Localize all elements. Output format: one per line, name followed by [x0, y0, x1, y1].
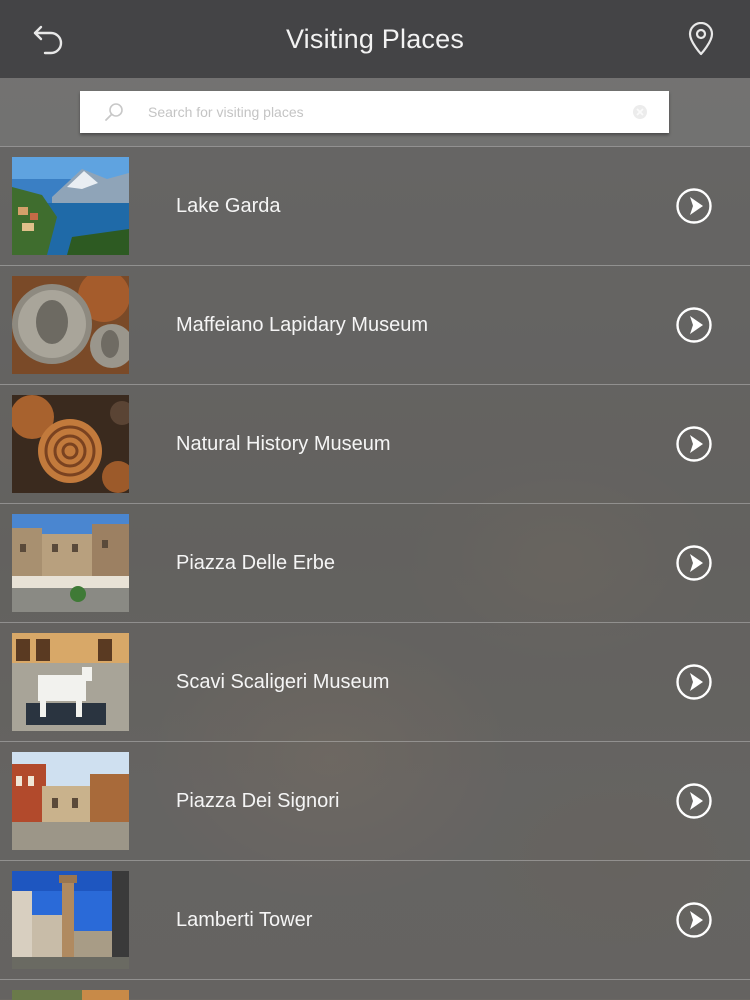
- thumbnail-piazza-delle-erbe: [12, 514, 129, 612]
- clear-icon: [633, 105, 647, 119]
- list-item[interactable]: Natural History Museum: [0, 384, 750, 503]
- thumbnail-lake-garda: [12, 157, 129, 255]
- places-list: Lake Garda Maffeiano Lapidary Museum Nat…: [0, 146, 750, 1000]
- app-screen: Visiting Places Search for visiting plac…: [0, 0, 750, 1000]
- list-item[interactable]: Piazza Delle Erbe: [0, 503, 750, 622]
- chevron-right-circle-icon[interactable]: [676, 664, 712, 700]
- list-item[interactable]: Lake Garda: [0, 146, 750, 265]
- thumbnail-maffeiano-lapidary-museum: [12, 276, 129, 374]
- search-icon: [102, 100, 126, 124]
- thumbnail-lamberti-tower: [12, 871, 129, 969]
- thumbnail-piazza-dei-signori: [12, 752, 129, 850]
- place-name: Maffeiano Lapidary Museum: [176, 314, 428, 336]
- top-bar: Visiting Places: [0, 0, 750, 78]
- list-item[interactable]: Lamberti Tower: [0, 860, 750, 979]
- thumbnail-scavi-scaligeri-museum: [12, 633, 129, 731]
- list-item-partial[interactable]: [0, 979, 750, 1000]
- chevron-right-circle-icon[interactable]: [676, 426, 712, 462]
- page-title: Visiting Places: [285, 23, 465, 54]
- place-name: Natural History Museum: [176, 433, 391, 455]
- search-input[interactable]: [146, 103, 610, 121]
- chevron-right-circle-icon[interactable]: [676, 188, 712, 224]
- place-name: Lamberti Tower: [176, 909, 313, 931]
- chevron-right-circle-icon[interactable]: [676, 545, 712, 581]
- back-arrow-icon: [33, 25, 63, 55]
- search-box: [80, 91, 669, 133]
- chevron-right-circle-icon[interactable]: [676, 902, 712, 938]
- place-name: Scavi Scaligeri Museum: [176, 671, 390, 693]
- location-button[interactable]: [682, 20, 720, 58]
- clear-search-button[interactable]: [631, 103, 649, 121]
- list-item[interactable]: Scavi Scaligeri Museum: [0, 622, 750, 741]
- chevron-right-circle-icon[interactable]: [676, 783, 712, 819]
- thumbnail-natural-history-museum: [12, 395, 129, 493]
- place-name: Lake Garda: [176, 195, 281, 217]
- chevron-right-circle-icon[interactable]: [676, 307, 712, 343]
- thumbnail-partial: [12, 990, 129, 1000]
- list-item[interactable]: Piazza Dei Signori: [0, 741, 750, 860]
- place-name: Piazza Delle Erbe: [176, 552, 335, 574]
- back-button[interactable]: [30, 20, 68, 58]
- map-pin-icon: [688, 22, 714, 56]
- place-name: Piazza Dei Signori: [176, 790, 340, 812]
- list-item[interactable]: Maffeiano Lapidary Museum: [0, 265, 750, 384]
- search-bar-area: [0, 78, 750, 146]
